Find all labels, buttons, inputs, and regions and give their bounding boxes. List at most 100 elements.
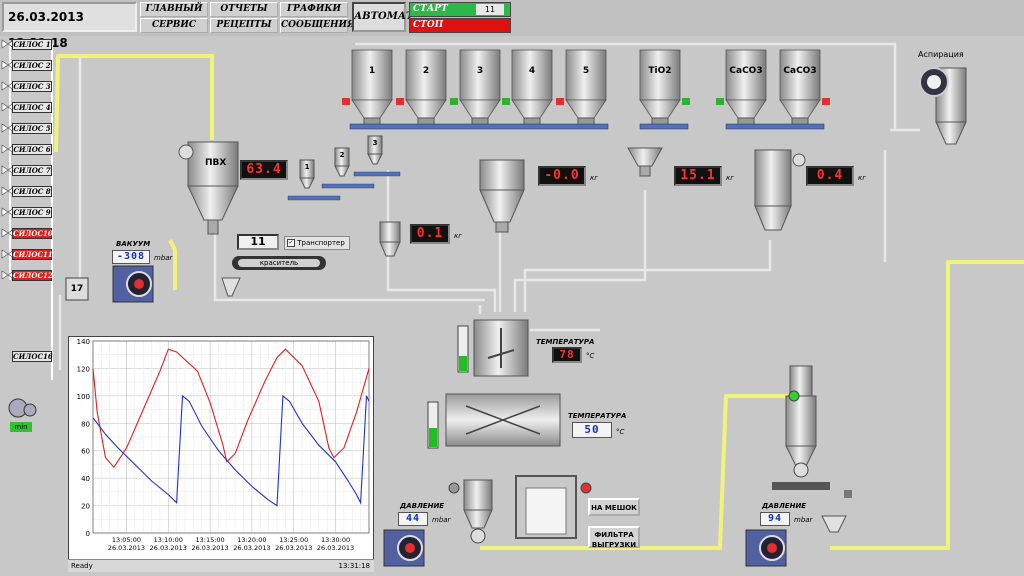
silo-button[interactable]: СИЛОС 6: [12, 144, 52, 155]
cooler-temp-display: 50: [572, 422, 612, 438]
bunker-label: CaCO3: [729, 66, 763, 76]
discharge-filter-line2: ВЫГРУЗКИ: [591, 541, 637, 549]
bunker-label: CaCO3: [783, 66, 817, 76]
silo-button[interactable]: СИЛОС 3: [12, 81, 52, 92]
silo-valves: [1, 39, 15, 280]
bunker-label: 2: [422, 66, 430, 76]
right-funnel: [821, 515, 847, 533]
silo-button[interactable]: СИЛОС 9: [12, 207, 52, 218]
cooler-mixer: [445, 393, 561, 447]
silo-button[interactable]: СИЛОС 8: [12, 186, 52, 197]
pressure2-display: 94: [760, 512, 790, 526]
silo-button[interactable]: СИЛОС12: [12, 270, 53, 281]
start-counter: 11: [476, 4, 504, 15]
datetime-display: 26.03.2013 13:31:18: [2, 2, 137, 50]
bag-station: [515, 475, 592, 539]
main-scale-display: -0.0: [538, 166, 586, 186]
tio2-scale-unit: кг: [726, 174, 734, 182]
aspiration-label: Аспирация: [918, 50, 964, 59]
vacuum-label: ВАКУУМ: [116, 240, 151, 248]
discharge-filter-button[interactable]: ФИЛЬТРА ВЫГРУЗКИ: [588, 526, 640, 549]
caco3-weigher: [754, 149, 806, 231]
pvh-label: ПВХ: [205, 158, 227, 168]
conveyor-checkbox[interactable]: ✓: [287, 239, 295, 247]
dye-belt-label: краситель: [259, 259, 299, 267]
container-17-label: 17: [70, 284, 84, 294]
trend-status-bar: Ready 13:31:18: [68, 559, 374, 572]
silo-button[interactable]: СИЛОС11: [12, 249, 53, 260]
silo-button[interactable]: СИЛОС 2: [12, 60, 52, 71]
auto-mode-button[interactable]: АВТОМАТ: [352, 2, 413, 32]
dye-scale-unit: кг: [454, 232, 462, 240]
x-tick-time: 13:30:00: [321, 536, 350, 544]
bunker-label: 3: [476, 66, 484, 76]
nav-service-button[interactable]: СЕРВИС: [140, 18, 208, 33]
vacuum-display: -308: [112, 250, 150, 264]
to-bag-button[interactable]: НА МЕШОК: [588, 498, 640, 516]
status-time: 13:31:18: [338, 562, 370, 570]
pressure-blower-2: [745, 529, 787, 567]
dye-weigher: [379, 221, 401, 257]
caco3-scale-display: 0.4: [806, 166, 854, 186]
y-tick-label: 0: [86, 530, 90, 538]
caco3-scale-unit: кг: [858, 174, 866, 182]
dye-scale-display: 0.1: [410, 224, 450, 244]
series-line: [92, 348, 370, 469]
status-ready: Ready: [71, 562, 93, 570]
small-hopper-label: 3: [372, 139, 378, 147]
silo-button[interactable]: СИЛОС 4: [12, 102, 52, 113]
silo-button[interactable]: СИЛОС 7: [12, 165, 52, 176]
pvh-hopper: [178, 141, 239, 235]
pressure-blower-1: [383, 529, 425, 567]
tio2-scale-display: 15.1: [674, 166, 722, 186]
pressure2-unit: mbar: [794, 516, 813, 524]
left-fan: [8, 398, 37, 418]
pressure1-display: 44: [398, 512, 428, 526]
nav-messages-button[interactable]: СООБЩЕНИЯ: [280, 18, 355, 33]
cooler-temp-label: ТЕМПЕРАТУРА: [568, 412, 627, 420]
trend-chart-panel: 0 20 40 60 80 100 120 140 13:05:00 26.03.2013 13:1…: [68, 336, 374, 572]
vacuum-blower: [112, 265, 154, 303]
aspiration-unit: [919, 67, 967, 145]
discharge-filter: [448, 479, 493, 544]
silo-16-button[interactable]: СИЛОС16: [12, 351, 53, 362]
bunker-label: TiO2: [648, 66, 672, 76]
pressure1-unit: mbar: [432, 516, 451, 524]
main-weigher: [479, 159, 525, 233]
silo-button[interactable]: СИЛОС 1: [12, 39, 52, 50]
cooler-temp-unit: °C: [616, 428, 625, 436]
x-tick-time: 13:20:00: [237, 536, 266, 544]
discharge-filter-line1: ФИЛЬТРА: [594, 531, 634, 539]
x-tick-time: 13:10:00: [154, 536, 183, 544]
hot-mixer: [473, 319, 529, 377]
min-indicator: min: [10, 422, 32, 432]
conveyor-counter: 11: [237, 234, 279, 250]
nav-main-button[interactable]: ГЛАВНЫЙ: [140, 2, 208, 17]
pvh-weight-display: 63.4: [240, 160, 288, 180]
conveyor-toggle[interactable]: ✓ Транспортер: [284, 236, 350, 250]
right-silo: [772, 365, 830, 490]
x-tick-time: 13:15:00: [195, 536, 224, 544]
y-tick-label: 40: [81, 475, 90, 483]
mixer-temp-unit: °C: [586, 352, 595, 360]
pressure1-label: ДАВЛЕНИЕ: [400, 502, 445, 510]
start-button[interactable]: СТАРТ 11: [409, 2, 511, 17]
mixer-temp-label: ТЕМПЕРАТУРА: [536, 338, 595, 346]
nav-recipes-button[interactable]: РЕЦЕПТЫ: [210, 18, 278, 33]
bunker-label: 1: [368, 66, 376, 76]
pressure2-label: ДАВЛЕНИЕ: [762, 502, 807, 510]
silo-button[interactable]: СИЛОС 5: [12, 123, 52, 134]
y-tick-label: 140: [77, 338, 90, 346]
x-tick-date: 26.03.2013: [233, 544, 270, 552]
y-tick-label: 100: [77, 393, 90, 401]
stop-button[interactable]: СТОП: [409, 18, 511, 33]
nav-reports-button[interactable]: ОТЧЕТЫ: [210, 2, 278, 17]
x-tick-date: 26.03.2013: [275, 544, 312, 552]
start-label: СТАРТ: [413, 4, 448, 14]
nav-graphs-button[interactable]: ГРАФИКИ: [280, 2, 348, 17]
right-indicator: [844, 490, 852, 498]
small-hopper-label: 2: [339, 151, 345, 159]
bunker-row: [342, 49, 830, 127]
y-tick-label: 80: [81, 420, 90, 428]
silo-button[interactable]: СИЛОС10: [12, 228, 53, 239]
